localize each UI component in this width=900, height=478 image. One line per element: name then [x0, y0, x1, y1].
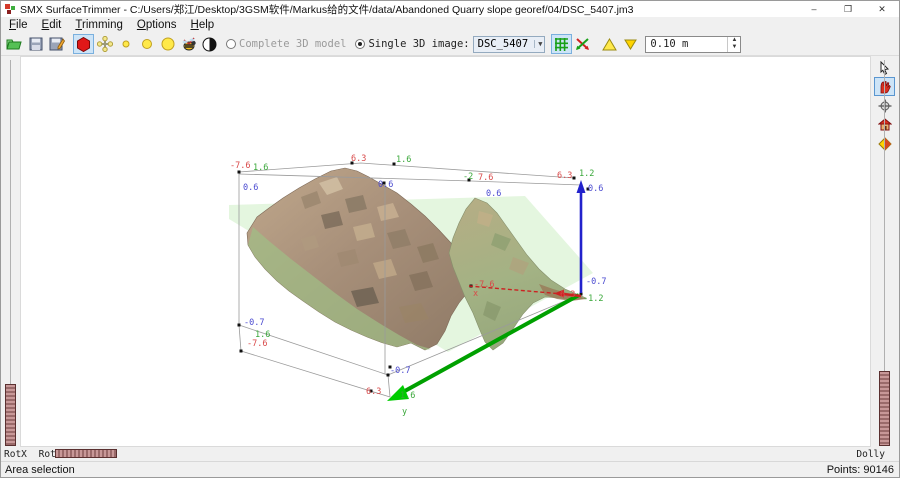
minimize-button[interactable]: –: [797, 1, 831, 17]
spin-up-icon[interactable]: ▲: [728, 37, 740, 45]
window-title: SMX SurfaceTrimmer - C:/Users/郑江/Desktop…: [20, 2, 634, 17]
bottom-control-bar: RotX RotY Dolly: [1, 447, 899, 461]
open-button[interactable]: [4, 34, 25, 54]
main-area: [1, 56, 899, 447]
single-image-label: Single 3D image:: [368, 38, 469, 50]
spin-down-icon[interactable]: ▼: [728, 44, 740, 52]
cross-arrows-icon: [575, 37, 591, 52]
menu-edit[interactable]: Edit: [36, 19, 68, 31]
dolly-slider-thumb[interactable]: [879, 371, 890, 446]
trim-tool-button[interactable]: [178, 34, 199, 54]
invert-contrast-button[interactable]: [199, 34, 220, 54]
cross-handles-icon: [97, 36, 113, 52]
spacing-input[interactable]: 0.10 m ▲ ▼: [645, 36, 741, 53]
save-button[interactable]: [25, 34, 46, 54]
spacing-stepper[interactable]: ▲ ▼: [727, 37, 740, 52]
grid-icon: [554, 37, 569, 52]
close-button[interactable]: ✕: [865, 1, 899, 17]
app-icon: [5, 4, 16, 15]
medium-dot-icon: [140, 37, 154, 51]
large-dot-icon: [160, 36, 176, 52]
menu-options[interactable]: Options: [131, 19, 183, 31]
right-strip: [871, 56, 899, 447]
viewport-3d[interactable]: [20, 56, 871, 447]
menu-bar: File Edit Trimming Options Help: [1, 17, 899, 33]
triangle-up-icon: [602, 38, 617, 51]
save-as-button[interactable]: [46, 34, 67, 54]
menu-file[interactable]: File: [3, 19, 34, 31]
single-image-radio[interactable]: [355, 39, 365, 49]
dropdown-arrow-icon: ▼: [534, 40, 542, 48]
open-folder-icon: [6, 37, 23, 51]
menu-trimming[interactable]: Trimming: [69, 19, 129, 31]
triangle-down-button[interactable]: [620, 34, 641, 54]
menu-help[interactable]: Help: [185, 19, 221, 31]
save-icon: [29, 37, 43, 51]
point-size-large-button[interactable]: [157, 34, 178, 54]
triangle-up-button[interactable]: [599, 34, 620, 54]
point-size-medium-button[interactable]: [136, 34, 157, 54]
flip-normals-button[interactable]: [572, 34, 593, 54]
small-dot-icon: [119, 37, 133, 51]
status-points: Points: 90146: [827, 464, 894, 476]
half-circle-icon: [202, 37, 217, 52]
left-slider-strip: [1, 56, 20, 447]
spacing-value: 0.10 m: [646, 38, 727, 50]
save-as-icon: [49, 37, 65, 51]
toolbar: Complete 3D model Single 3D image: DSC_5…: [1, 33, 899, 56]
red-polygon-icon: [76, 37, 91, 52]
title-bar: SMX SurfaceTrimmer - C:/Users/郑江/Desktop…: [1, 1, 899, 17]
status-bar: Area selection Points: 90146: [1, 461, 899, 477]
image-select-dropdown[interactable]: DSC_5407 ▼: [473, 36, 546, 53]
point-size-small-button[interactable]: [115, 34, 136, 54]
roty-slider-thumb[interactable]: [55, 449, 117, 458]
triangle-down-icon: [624, 39, 637, 50]
rotx-slider-thumb[interactable]: [5, 384, 16, 446]
polygon-select-button[interactable]: [73, 34, 94, 54]
bee-scissors-icon: [180, 36, 198, 52]
rotx-label: RotX: [4, 449, 27, 460]
maximize-button[interactable]: ❐: [831, 1, 865, 17]
grid-toggle-button[interactable]: [551, 34, 572, 54]
move-points-button[interactable]: [94, 34, 115, 54]
status-mode: Area selection: [5, 464, 75, 476]
complete-model-radio[interactable]: [226, 39, 236, 49]
dolly-label: Dolly: [856, 449, 885, 460]
complete-model-label: Complete 3D model: [239, 38, 346, 50]
image-select-value: DSC_5407: [478, 38, 529, 50]
